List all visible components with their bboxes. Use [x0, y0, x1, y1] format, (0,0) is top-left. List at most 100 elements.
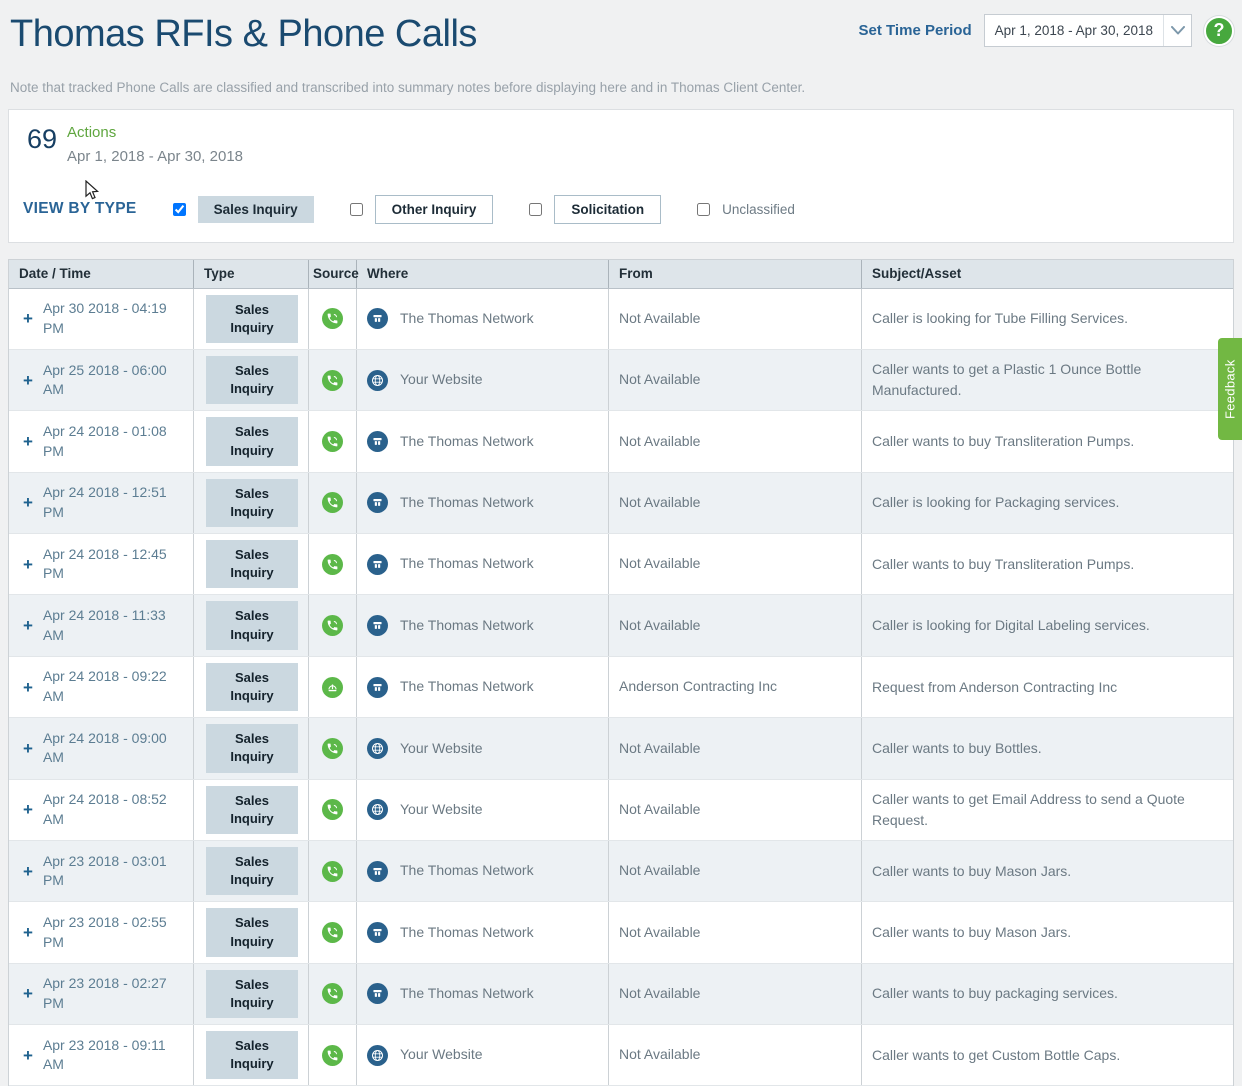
- thomas-network-icon: [367, 554, 388, 575]
- expand-row-icon[interactable]: +: [23, 556, 33, 573]
- row-date: Apr 30 2018 - 04:19 PM: [43, 299, 183, 338]
- view-by-type-row: VIEW BY TYPE Sales Inquiry Other Inquiry…: [23, 195, 1219, 224]
- feedback-tab[interactable]: Feedback: [1218, 338, 1242, 440]
- column-header-from: From: [609, 260, 862, 288]
- filter-checkbox[interactable]: [173, 203, 186, 216]
- expand-row-icon[interactable]: +: [23, 372, 33, 389]
- table-row: + Apr 23 2018 - 09:11 AM Sales Inquiry: [9, 1025, 1233, 1086]
- row-date: Apr 24 2018 - 11:33 AM: [43, 606, 183, 645]
- row-date: Apr 24 2018 - 12:45 PM: [43, 545, 183, 584]
- row-subject: Caller is looking for Digital Labeling s…: [862, 595, 1233, 655]
- actions-summary: 69 Actions Apr 1, 2018 - Apr 30, 2018: [23, 124, 1219, 165]
- row-date: Apr 24 2018 - 09:00 AM: [43, 729, 183, 768]
- table-row: + Apr 24 2018 - 11:33 AM Sales Inquiry: [9, 595, 1233, 656]
- column-header-source: Source: [309, 260, 357, 288]
- phone-call-icon: [322, 861, 343, 882]
- phone-call-icon: [322, 370, 343, 391]
- expand-row-icon[interactable]: +: [23, 494, 33, 511]
- filter-label-solicitation[interactable]: Solicitation: [554, 195, 661, 224]
- filter-solicitation[interactable]: Solicitation: [529, 195, 661, 224]
- row-subject: Caller wants to buy Mason Jars.: [862, 841, 1233, 901]
- actions-date-range: Apr 1, 2018 - Apr 30, 2018: [67, 148, 243, 165]
- row-from: Not Available: [609, 473, 862, 533]
- row-from: Not Available: [609, 841, 862, 901]
- type-badge: Sales Inquiry: [206, 786, 298, 834]
- column-header-where: Where: [357, 260, 609, 288]
- phone-call-icon: [322, 431, 343, 452]
- expand-row-icon[interactable]: +: [23, 863, 33, 880]
- type-badge: Sales Inquiry: [206, 847, 298, 895]
- view-by-type-label: VIEW BY TYPE: [23, 200, 137, 218]
- type-badge: Sales Inquiry: [206, 724, 298, 772]
- row-subject: Caller is looking for Tube Filling Servi…: [862, 289, 1233, 349]
- phone-call-icon: [322, 308, 343, 329]
- expand-row-icon[interactable]: +: [23, 924, 33, 941]
- row-where: The Thomas Network: [400, 554, 534, 574]
- filter-checkbox[interactable]: [697, 203, 710, 216]
- time-period-controls: Set Time Period Apr 1, 2018 - Apr 30, 20…: [859, 14, 1234, 47]
- row-where: Your Website: [400, 739, 483, 759]
- actions-count-label: Actions: [67, 124, 243, 141]
- row-from: Not Available: [609, 534, 862, 594]
- row-where: The Thomas Network: [400, 861, 534, 881]
- thomas-network-icon: [367, 492, 388, 513]
- table-row: + Apr 24 2018 - 12:45 PM Sales Inquiry: [9, 534, 1233, 595]
- type-badge: Sales Inquiry: [206, 970, 298, 1018]
- set-time-period-label: Set Time Period: [859, 22, 972, 39]
- phone-call-icon: [322, 492, 343, 513]
- row-where: Your Website: [400, 1045, 483, 1065]
- table-row: + Apr 24 2018 - 01:08 PM Sales Inquiry: [9, 411, 1233, 472]
- filter-unclassified[interactable]: Unclassified: [697, 202, 795, 217]
- table-row: + Apr 23 2018 - 02:55 PM Sales Inquiry: [9, 902, 1233, 963]
- row-from: Not Available: [609, 902, 862, 962]
- column-header-subject-asset: Subject/Asset: [862, 260, 1233, 288]
- row-from: Not Available: [609, 350, 862, 410]
- filter-other-inquiry[interactable]: Other Inquiry: [350, 195, 494, 224]
- filter-label-other-inquiry[interactable]: Other Inquiry: [375, 195, 494, 224]
- row-date: Apr 24 2018 - 01:08 PM: [43, 422, 183, 461]
- filter-checkbox[interactable]: [350, 203, 363, 216]
- thomas-network-icon: [367, 308, 388, 329]
- expand-row-icon[interactable]: +: [23, 433, 33, 450]
- type-badge: Sales Inquiry: [206, 356, 298, 404]
- filter-sales-inquiry[interactable]: Sales Inquiry: [173, 196, 314, 223]
- filter-label-sales-inquiry[interactable]: Sales Inquiry: [198, 196, 314, 223]
- table-row: + Apr 24 2018 - 08:52 AM Sales Inquiry: [9, 780, 1233, 841]
- thomas-network-icon: [367, 615, 388, 636]
- table-row: + Apr 30 2018 - 04:19 PM Sales Inquiry: [9, 289, 1233, 350]
- time-period-select[interactable]: Apr 1, 2018 - Apr 30, 2018: [984, 14, 1192, 47]
- help-icon[interactable]: ?: [1204, 16, 1234, 46]
- phone-call-icon: [322, 1045, 343, 1066]
- row-from: Not Available: [609, 289, 862, 349]
- expand-row-icon[interactable]: +: [23, 617, 33, 634]
- phone-call-icon: [322, 738, 343, 759]
- expand-row-icon[interactable]: +: [23, 1047, 33, 1064]
- expand-row-icon[interactable]: +: [23, 985, 33, 1002]
- expand-row-icon[interactable]: +: [23, 679, 33, 696]
- row-date: Apr 24 2018 - 09:22 AM: [43, 667, 183, 706]
- expand-row-icon[interactable]: +: [23, 740, 33, 757]
- rfi-icon: [322, 677, 343, 698]
- thomas-network-icon: [367, 861, 388, 882]
- row-where: Your Website: [400, 800, 483, 820]
- row-date: Apr 23 2018 - 02:55 PM: [43, 913, 183, 952]
- expand-row-icon[interactable]: +: [23, 310, 33, 327]
- phone-call-icon: [322, 983, 343, 1004]
- table-body: + Apr 30 2018 - 04:19 PM Sales Inquiry: [9, 289, 1233, 1086]
- chevron-down-icon[interactable]: [1163, 15, 1191, 46]
- row-where: The Thomas Network: [400, 432, 534, 452]
- table-row: + Apr 24 2018 - 09:00 AM Sales Inquiry: [9, 718, 1233, 779]
- row-date: Apr 24 2018 - 08:52 AM: [43, 790, 183, 829]
- type-badge: Sales Inquiry: [206, 479, 298, 527]
- row-date: Apr 25 2018 - 06:00 AM: [43, 361, 183, 400]
- filter-label-unclassified[interactable]: Unclassified: [722, 202, 795, 217]
- type-badge: Sales Inquiry: [206, 1031, 298, 1079]
- thomas-network-icon: [367, 431, 388, 452]
- column-header-date-time: Date / Time: [9, 260, 194, 288]
- filter-checkbox[interactable]: [529, 203, 542, 216]
- row-where: The Thomas Network: [400, 677, 534, 697]
- expand-row-icon[interactable]: +: [23, 801, 33, 818]
- row-from: Anderson Contracting Inc: [609, 657, 862, 717]
- phone-call-icon: [322, 922, 343, 943]
- table-row: + Apr 23 2018 - 03:01 PM Sales Inquiry: [9, 841, 1233, 902]
